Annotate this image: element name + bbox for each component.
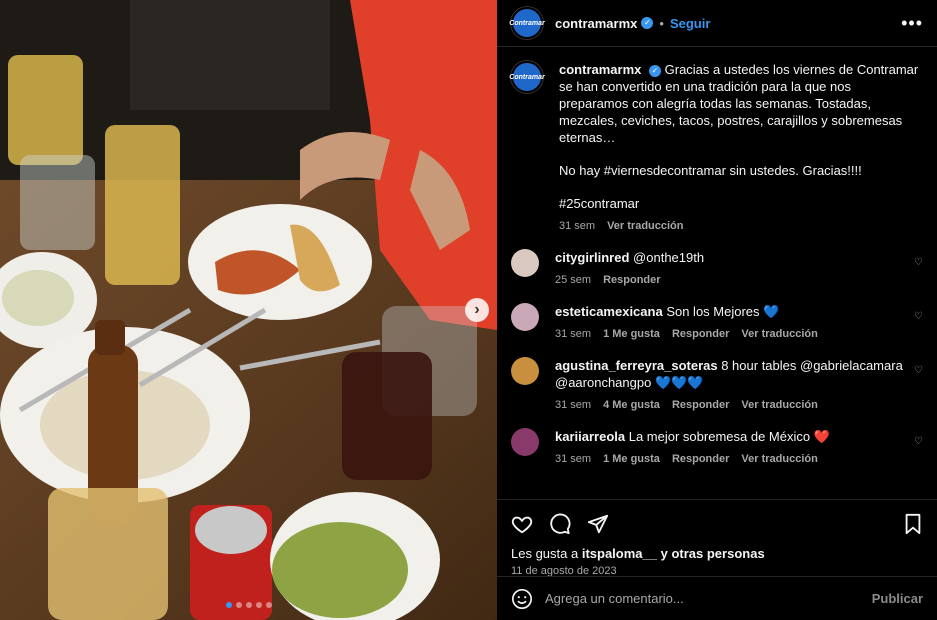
liker-username[interactable]: itspaloma__ bbox=[582, 546, 657, 561]
profile-avatar[interactable]: Contramar bbox=[509, 7, 545, 39]
caption-time: 31 sem bbox=[559, 220, 596, 232]
commenter-avatar[interactable] bbox=[511, 428, 539, 456]
comment-row: agustina_ferreyra_soteras 8 hour tables … bbox=[511, 357, 923, 414]
translate-link[interactable]: Ver traducción bbox=[741, 451, 817, 468]
post-modal: › Contramar contramarmx ✓ • Seguir ••• C… bbox=[0, 0, 937, 620]
likes-others-link[interactable]: y otras personas bbox=[661, 546, 765, 561]
likes-summary: Les gusta a itspaloma__ y otras personas bbox=[511, 546, 923, 561]
comment-input[interactable]: Agrega un comentario... bbox=[545, 591, 684, 606]
likes-prefix: Les gusta a bbox=[511, 546, 579, 561]
publish-button[interactable]: Publicar bbox=[872, 591, 923, 606]
comment-text: La mejor sobremesa de México ❤️ bbox=[628, 429, 830, 444]
carousel-dot bbox=[266, 602, 272, 608]
separator: • bbox=[659, 15, 664, 31]
comment-likes[interactable]: 1 Me gusta bbox=[603, 326, 660, 343]
caption-text-2: No hay #viernesdecontramar sin ustedes. … bbox=[559, 163, 862, 178]
caption: Contramar contramarmx ✓ Gracias a ustede… bbox=[509, 61, 923, 235]
commenter-username[interactable]: kariiarreola bbox=[555, 429, 625, 444]
comment-time: 31 sem bbox=[555, 399, 592, 411]
reply-button[interactable]: Responder bbox=[672, 326, 729, 343]
like-comment-icon[interactable]: ♡ bbox=[914, 365, 923, 376]
comment-bar: Agrega un comentario... Publicar bbox=[497, 576, 937, 620]
comments-scroll[interactable]: Contramar contramarmx ✓ Gracias a ustede… bbox=[497, 47, 937, 499]
comment-row: kariiarreola La mejor sobremesa de Méxic… bbox=[511, 428, 923, 468]
comment-time: 31 sem bbox=[555, 453, 592, 465]
username-link[interactable]: contramarmx bbox=[555, 16, 637, 31]
comment-text: @onthe19th bbox=[633, 250, 705, 265]
comment-icon[interactable] bbox=[549, 513, 571, 535]
commenter-username[interactable]: agustina_ferreyra_soteras bbox=[555, 358, 718, 373]
commenter-avatar[interactable] bbox=[511, 357, 539, 385]
comment-likes[interactable]: 1 Me gusta bbox=[603, 451, 660, 468]
carousel-dot bbox=[236, 602, 242, 608]
caption-username[interactable]: contramarmx bbox=[559, 62, 641, 77]
like-comment-icon[interactable]: ♡ bbox=[914, 311, 923, 322]
comment-row: esteticamexicana Son los Mejores 💙 31 se… bbox=[511, 303, 923, 343]
post-header: Contramar contramarmx ✓ • Seguir ••• bbox=[497, 0, 937, 47]
follow-button[interactable]: Seguir bbox=[670, 16, 710, 31]
translate-link[interactable]: Ver traducción bbox=[741, 397, 817, 414]
comment-text: Son los Mejores 💙 bbox=[666, 304, 780, 319]
carousel-dot bbox=[226, 602, 232, 608]
commenter-avatar[interactable] bbox=[511, 303, 539, 331]
food-table-image bbox=[0, 0, 497, 620]
next-image-button[interactable]: › bbox=[465, 298, 489, 322]
commenter-avatar[interactable] bbox=[511, 249, 539, 277]
caption-text-1: contramarmx ✓ Gracias a ustedes los vier… bbox=[559, 61, 923, 146]
like-comment-icon[interactable]: ♡ bbox=[914, 257, 923, 268]
verified-badge-icon: ✓ bbox=[649, 64, 661, 77]
translate-link[interactable]: Ver traducción bbox=[607, 218, 683, 235]
caption-avatar[interactable]: Contramar bbox=[509, 61, 545, 93]
like-comment-icon[interactable]: ♡ bbox=[914, 436, 923, 447]
post-sidebar: Contramar contramarmx ✓ • Seguir ••• Con… bbox=[497, 0, 937, 620]
reply-button[interactable]: Responder bbox=[603, 272, 660, 289]
carousel-dots bbox=[226, 602, 272, 608]
like-heart-icon[interactable] bbox=[511, 513, 533, 535]
comment-likes[interactable]: 4 Me gusta bbox=[603, 397, 660, 414]
caption-meta: 31 sem Ver traducción bbox=[559, 218, 923, 235]
commenter-username[interactable]: citygirlinred bbox=[555, 250, 629, 265]
share-icon[interactable] bbox=[587, 513, 609, 535]
bookmark-icon[interactable] bbox=[903, 513, 923, 535]
emoji-icon[interactable] bbox=[511, 588, 533, 610]
commenter-username[interactable]: esteticamexicana bbox=[555, 304, 663, 319]
reply-button[interactable]: Responder bbox=[672, 397, 729, 414]
verified-badge-icon: ✓ bbox=[641, 17, 654, 29]
post-photo[interactable]: › bbox=[0, 0, 497, 620]
comment-time: 31 sem bbox=[555, 328, 592, 340]
caption-hashtag[interactable]: #25contramar bbox=[559, 195, 923, 212]
carousel-dot bbox=[256, 602, 262, 608]
carousel-dot bbox=[246, 602, 252, 608]
translate-link[interactable]: Ver traducción bbox=[741, 326, 817, 343]
reply-button[interactable]: Responder bbox=[672, 451, 729, 468]
more-options-icon[interactable]: ••• bbox=[901, 13, 923, 34]
comment-row: citygirlinred @onthe19th 25 sem Responder… bbox=[511, 249, 923, 289]
comment-time: 25 sem bbox=[555, 274, 592, 286]
